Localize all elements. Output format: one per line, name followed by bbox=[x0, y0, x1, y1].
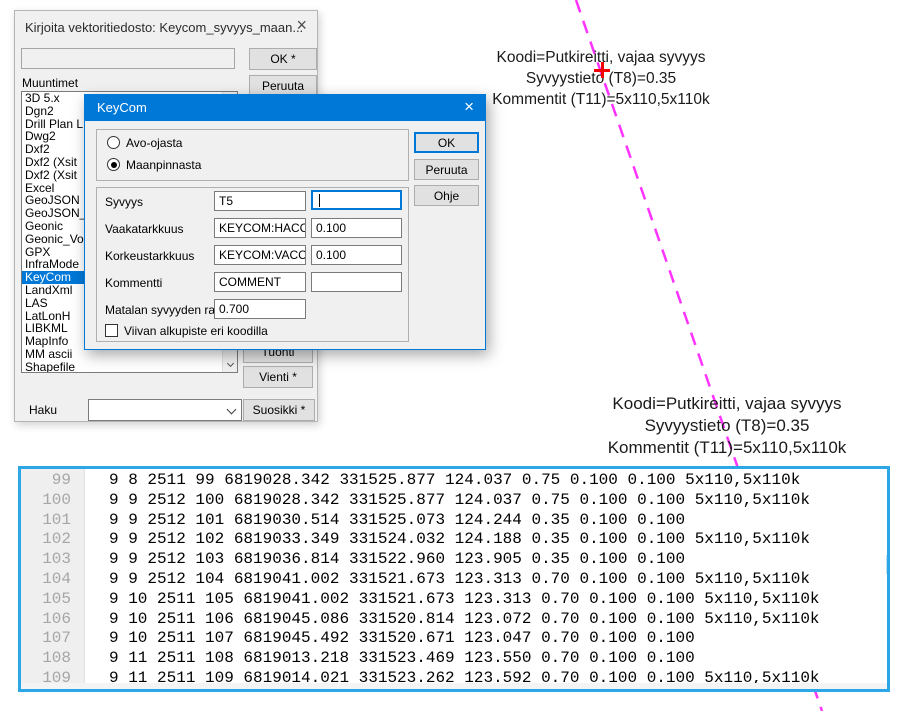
annotation-text-line: Kommentit (T11)=5x110,5x110k bbox=[568, 437, 886, 459]
line-text: 9 9 2512 104 6819041.002 331521.673 123.… bbox=[109, 570, 810, 590]
line-number: 102 bbox=[21, 530, 71, 550]
data-row[interactable]: 103 9 9 2512 103 6819036.814 331522.960 … bbox=[21, 550, 887, 570]
line-number: 101 bbox=[21, 511, 71, 531]
line-number: 99 bbox=[21, 471, 71, 491]
data-row[interactable]: 99 9 8 2511 99 6819028.342 331525.877 12… bbox=[21, 471, 887, 491]
search-combobox[interactable] bbox=[88, 399, 242, 421]
dialog-title: Kirjoita vektoritiedosto: Keycom_syvyys_… bbox=[25, 20, 303, 35]
data-rows: 99 9 8 2511 99 6819028.342 331525.877 12… bbox=[21, 471, 887, 689]
radio-maanpinnasta-label[interactable]: Maanpinnasta bbox=[126, 158, 201, 172]
vertical-accuracy-value-field[interactable]: 0.100 bbox=[311, 245, 402, 265]
horizontal-accuracy-code-field[interactable]: KEYCOM:HACC bbox=[214, 218, 306, 238]
search-label: Haku bbox=[29, 403, 57, 417]
data-row[interactable]: 104 9 9 2512 104 6819041.002 331521.673 … bbox=[21, 570, 887, 590]
ok-button[interactable]: OK * bbox=[249, 48, 317, 70]
converter-list-item[interactable]: Shapefile bbox=[22, 361, 237, 373]
data-row[interactable]: 101 9 9 2512 101 6819030.514 331525.073 … bbox=[21, 511, 887, 531]
line-number: 103 bbox=[21, 550, 71, 570]
shallow-depth-limit-field[interactable]: 0.700 bbox=[214, 299, 306, 319]
line-number: 108 bbox=[21, 649, 71, 669]
data-row[interactable]: 106 9 10 2511 106 6819045.086 331520.814… bbox=[21, 610, 887, 630]
vertical-accuracy-label: Korkeustarkkuus bbox=[105, 249, 194, 263]
line-number: 104 bbox=[21, 570, 71, 590]
data-row[interactable]: 107 9 10 2511 107 6819045.492 331520.671… bbox=[21, 629, 887, 649]
filename-field[interactable] bbox=[21, 48, 235, 69]
close-icon[interactable]: × bbox=[296, 15, 307, 36]
help-button[interactable]: Ohje bbox=[414, 185, 479, 206]
line-number: 100 bbox=[21, 491, 71, 511]
scroll-down-icon[interactable] bbox=[223, 357, 238, 372]
line-text: 9 11 2511 108 6819013.218 331523.469 123… bbox=[109, 649, 695, 669]
cancel-button[interactable]: Peruuta bbox=[414, 159, 479, 180]
line-text: 9 9 2512 100 6819028.342 331525.877 124.… bbox=[109, 491, 810, 511]
ok-button[interactable]: OK bbox=[414, 132, 479, 153]
horizontal-scroll-strip bbox=[21, 683, 887, 689]
map-annotation-upper: Koodi=Putkireitti, vajaa syvyysSyvyystie… bbox=[448, 47, 754, 110]
radio-maanpinnasta[interactable] bbox=[107, 158, 120, 171]
line-number: 107 bbox=[21, 629, 71, 649]
keycom-dialog: KeyCom × Avo-ojasta Maanpinnasta Syvyys … bbox=[84, 94, 486, 350]
depth-code-field[interactable]: T5 bbox=[214, 191, 306, 211]
comment-code-field[interactable]: COMMENT bbox=[214, 272, 306, 292]
screen: Koodi=Putkireitti, vajaa syvyysSyvyystie… bbox=[0, 0, 914, 711]
horizontal-accuracy-label: Vaakatarkkuus bbox=[105, 222, 184, 236]
comment-label: Kommentti bbox=[105, 276, 162, 290]
keycom-data-listing[interactable]: 99 9 8 2511 99 6819028.342 331525.877 12… bbox=[18, 466, 890, 692]
favorites-button[interactable]: Suosikki * bbox=[243, 399, 315, 421]
line-text: 9 9 2512 102 6819033.349 331524.032 124.… bbox=[109, 530, 810, 550]
data-row[interactable]: 102 9 9 2512 102 6819033.349 331524.032 … bbox=[21, 530, 887, 550]
comment-value-field[interactable] bbox=[311, 272, 402, 292]
cross-vertical-bar bbox=[601, 62, 604, 78]
depth-label: Syvyys bbox=[105, 195, 143, 209]
chevron-down-icon bbox=[227, 405, 237, 415]
map-annotation-lower: Koodi=Putkireitti, vajaa syvyysSyvyystie… bbox=[568, 393, 886, 459]
converters-label: Muuntimet bbox=[22, 76, 78, 90]
line-text: 9 9 2512 103 6819036.814 331522.960 123.… bbox=[109, 550, 685, 570]
radio-avo-ojasta[interactable] bbox=[107, 136, 120, 149]
keycom-dialog-title: KeyCom bbox=[97, 100, 147, 115]
annotation-text-line: Syvyystieto (T8)=0.35 bbox=[568, 415, 886, 437]
horizontal-accuracy-value-field[interactable]: 0.100 bbox=[311, 218, 402, 238]
shallow-depth-limit-label: Matalan syvyyden raja bbox=[105, 303, 224, 317]
survey-point-cross-icon bbox=[594, 62, 610, 78]
keycom-titlebar[interactable]: KeyCom × bbox=[85, 95, 485, 121]
line-number: 106 bbox=[21, 610, 71, 630]
export-button[interactable]: Vienti * bbox=[243, 366, 313, 388]
line-start-different-code-label[interactable]: Viivan alkupiste eri koodilla bbox=[124, 324, 268, 338]
data-row[interactable]: 100 9 9 2512 100 6819028.342 331525.877 … bbox=[21, 491, 887, 511]
converter-name: Shapefile bbox=[25, 360, 75, 373]
close-icon[interactable]: × bbox=[464, 97, 474, 117]
depth-value-field[interactable] bbox=[311, 190, 402, 210]
line-number: 105 bbox=[21, 590, 71, 610]
line-text: 9 9 2512 101 6819030.514 331525.073 124.… bbox=[109, 511, 685, 531]
line-text: 9 10 2511 106 6819045.086 331520.814 123… bbox=[109, 610, 820, 630]
line-start-different-code-checkbox[interactable] bbox=[105, 324, 118, 337]
data-row[interactable]: 105 9 10 2511 105 6819041.002 331521.673… bbox=[21, 590, 887, 610]
data-row[interactable]: 108 9 11 2511 108 6819013.218 331523.469… bbox=[21, 649, 887, 669]
radio-avo-ojasta-label[interactable]: Avo-ojasta bbox=[126, 136, 182, 150]
scrollbar-thumb[interactable] bbox=[886, 555, 890, 574]
line-text: 9 10 2511 107 6819045.492 331520.671 123… bbox=[109, 629, 695, 649]
annotation-text-line: Koodi=Putkireitti, vajaa syvyys bbox=[568, 393, 886, 415]
line-text: 9 10 2511 105 6819041.002 331521.673 123… bbox=[109, 590, 820, 610]
annotation-text-line: Kommentit (T11)=5x110,5x110k bbox=[448, 89, 754, 110]
vertical-accuracy-code-field[interactable]: KEYCOM:VACC bbox=[214, 245, 306, 265]
text-caret bbox=[319, 194, 320, 207]
line-text: 9 8 2511 99 6819028.342 331525.877 124.0… bbox=[109, 471, 800, 491]
